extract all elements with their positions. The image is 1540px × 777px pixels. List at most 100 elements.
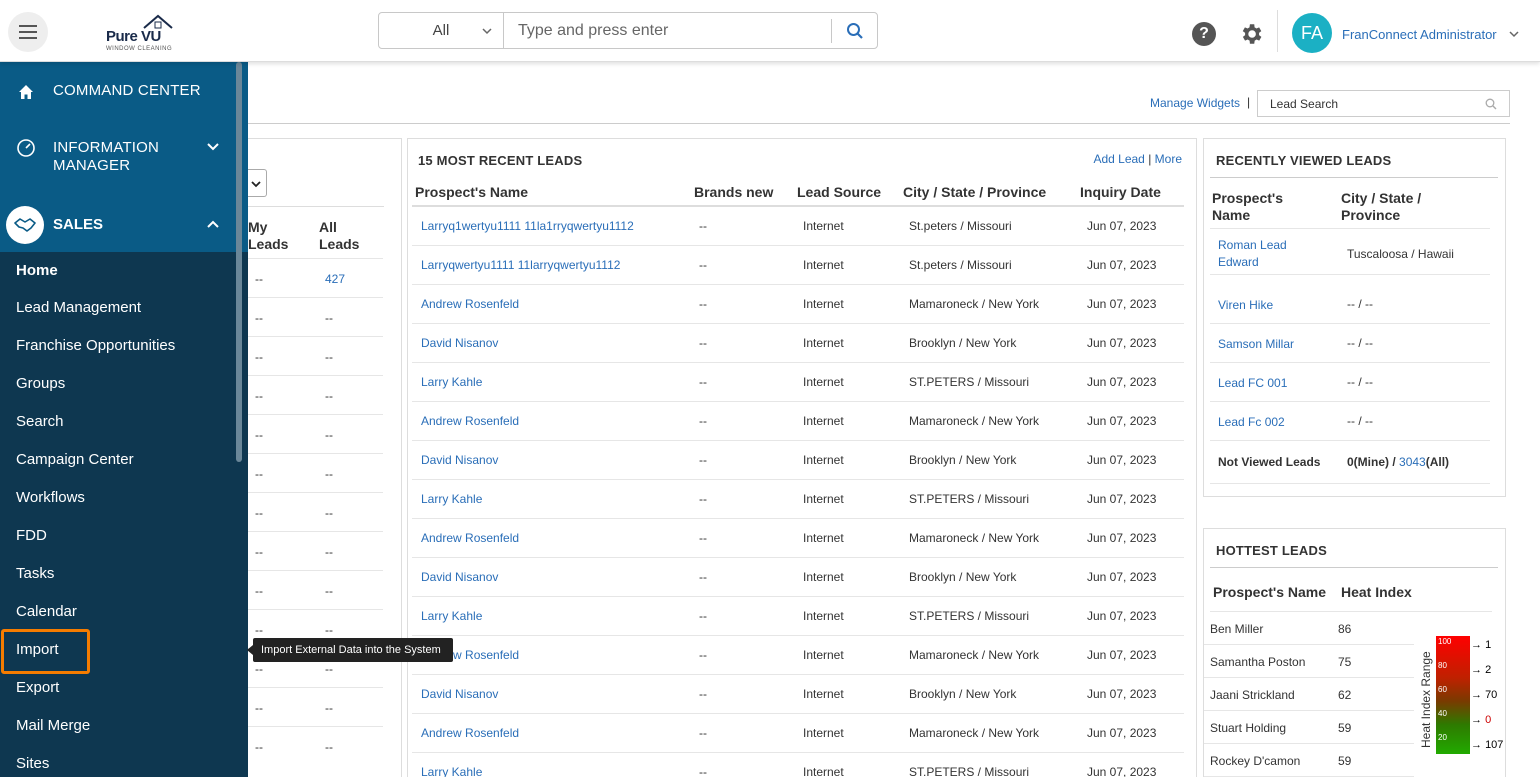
user-menu-name[interactable]: FranConnect Administrator	[1342, 27, 1497, 42]
brand-logo[interactable]: Pure VU WINDOW CLEANING	[100, 14, 180, 54]
sidebar-item-command-center[interactable]: COMMAND CENTER	[0, 80, 248, 116]
sidebar-sub-workflows[interactable]: Workflows	[16, 489, 85, 506]
table-row: Ben Miller 86	[1204, 612, 1414, 645]
table-row: -- --	[248, 726, 383, 765]
my-leads-count: --	[255, 311, 263, 325]
menu-icon[interactable]	[8, 12, 48, 52]
table-row: Jaani Strickland 62	[1204, 678, 1414, 711]
brand-cell: --	[699, 414, 707, 428]
sidebar-sub-search[interactable]: Search	[16, 413, 64, 430]
search-button[interactable]	[831, 18, 877, 43]
all-leads-count: --	[325, 623, 333, 637]
my-leads-count: --	[255, 389, 263, 403]
search-icon[interactable]	[1485, 98, 1497, 110]
col-my-leads: My Leads	[248, 219, 289, 252]
search-input[interactable]	[504, 13, 831, 48]
lead-name-link[interactable]: Andrew Rosenfeld	[421, 531, 519, 545]
col-lead-source[interactable]: Lead Source	[797, 184, 881, 200]
sidebar-sub-lead-management[interactable]: Lead Management	[16, 299, 141, 316]
col-inquiry-date[interactable]: Inquiry Date	[1080, 184, 1161, 200]
col-heat-index: Heat Index	[1341, 584, 1412, 600]
lead-name-link[interactable]: Andrew Rosenfeld	[421, 726, 519, 740]
city-state: -- / --	[1347, 297, 1373, 311]
sidebar-sub-groups[interactable]: Groups	[16, 375, 65, 392]
lead-link[interactable]: Viren Hike	[1218, 297, 1273, 314]
lead-source-cell: Internet	[803, 765, 844, 777]
lead-source-cell: Internet	[803, 687, 844, 701]
sidebar-item-sales[interactable]: SALES	[0, 202, 248, 252]
inquiry-date-cell: Jun 07, 2023	[1087, 414, 1157, 428]
sidebar-sub-export[interactable]: Export	[16, 679, 59, 696]
lead-name-link[interactable]: David Nisanov	[421, 570, 498, 584]
all-leads-count: --	[325, 740, 333, 754]
table-row: Andrew Rosenfeld -- Internet Mamaroneck / N…	[412, 714, 1184, 753]
lead-name-link[interactable]: Andrew Rosenfeld	[421, 297, 519, 311]
lead-name-link[interactable]: David Nisanov	[421, 336, 498, 350]
my-leads-count: --	[255, 506, 263, 520]
lead-source-cell: Internet	[803, 492, 844, 506]
gear-icon[interactable]	[1238, 21, 1264, 47]
search-scope-select[interactable]: All	[379, 13, 504, 48]
sidebar-sub-home[interactable]: Home	[16, 262, 58, 279]
city-state-cell: Mamaroneck / New York	[909, 414, 1040, 428]
lead-source-cell: Internet	[803, 531, 844, 545]
lead-name-link[interactable]: Larryq1wertyu1111 11la1rryqwertyu1112	[421, 219, 634, 233]
sales-icon-circle	[6, 206, 44, 244]
all-leads-count[interactable]: 427	[325, 272, 345, 286]
inquiry-date-cell: Jun 07, 2023	[1087, 531, 1157, 545]
brand-cell: --	[699, 297, 707, 311]
chevron-down-icon[interactable]	[1508, 28, 1520, 40]
help-icon[interactable]: ?	[1192, 22, 1216, 46]
more-link[interactable]: More	[1155, 152, 1182, 166]
sidebar-scrollbar[interactable]	[236, 62, 242, 462]
sidebar-sub-calendar[interactable]: Calendar	[16, 603, 77, 620]
lead-search-input[interactable]	[1258, 96, 1485, 111]
table-row: -- --	[248, 492, 383, 531]
lead-search-box	[1257, 90, 1510, 117]
lead-link[interactable]: Lead Fc 002	[1218, 414, 1285, 431]
avatar[interactable]: FA	[1292, 13, 1332, 53]
lead-link[interactable]: Roman Lead Edward	[1218, 237, 1308, 271]
table-row: Larry Kahle -- Internet ST.PETERS / Missour…	[412, 480, 1184, 519]
sidebar-sub-tasks[interactable]: Tasks	[16, 565, 54, 582]
lead-name-link[interactable]: Andrew Rosenfeld	[421, 414, 519, 428]
city-state-cell: Brooklyn / New York	[909, 336, 1017, 350]
lead-source-cell: Internet	[803, 453, 844, 467]
chevron-down-icon	[482, 28, 492, 35]
brand-cell: --	[699, 375, 707, 389]
list-item: Roman Lead Edward Tuscaloosa / Hawaii	[1210, 229, 1490, 275]
sidebar-sub-campaign-center[interactable]: Campaign Center	[16, 451, 134, 468]
lead-name-link[interactable]: Larry Kahle	[421, 609, 482, 623]
all-count-link[interactable]: 3043	[1399, 455, 1426, 469]
add-lead-link[interactable]: Add Lead	[1093, 152, 1144, 166]
lead-name-link[interactable]: Larry Kahle	[421, 765, 482, 777]
separator: |	[1148, 152, 1152, 166]
city-state-cell: Mamaroneck / New York	[909, 297, 1040, 311]
manage-widgets-link[interactable]: Manage Widgets	[1150, 96, 1240, 110]
lead-name-link[interactable]: Larry Kahle	[421, 375, 482, 389]
heat-tick: 20	[1438, 733, 1447, 742]
lead-name-link[interactable]: Larry Kahle	[421, 492, 482, 506]
lead-counts-select[interactable]	[248, 169, 267, 197]
lead-name-link[interactable]: Larryqwertyu1111 11larryqwertyu1112	[421, 258, 620, 272]
lead-link[interactable]: Samson Millar	[1218, 336, 1294, 353]
table-row: Larry Kahle -- Internet ST.PETERS / Missour…	[412, 753, 1184, 777]
lead-link[interactable]: Lead FC 001	[1218, 375, 1287, 392]
sidebar-sub-franchise-opportunities[interactable]: Franchise Opportunities	[16, 337, 175, 354]
table-row: -- --	[248, 453, 383, 492]
sidebar-sub-mail-merge[interactable]: Mail Merge	[16, 717, 90, 734]
lead-name-link[interactable]: David Nisanov	[421, 687, 498, 701]
panel-actions: Add Lead | More	[1093, 152, 1182, 166]
col-brands-new[interactable]: Brands new	[694, 184, 773, 200]
lead-source-cell: Internet	[803, 726, 844, 740]
sidebar-sub-fdd[interactable]: FDD	[16, 527, 47, 544]
city-state-cell: Mamaroneck / New York	[909, 726, 1040, 740]
sidebar-item-information-manager[interactable]: INFORMATION MANAGER	[0, 138, 248, 178]
inquiry-date-cell: Jun 07, 2023	[1087, 336, 1157, 350]
inquiry-date-cell: Jun 07, 2023	[1087, 765, 1157, 777]
lead-name-link[interactable]: David Nisanov	[421, 453, 498, 467]
sidebar-sub-sites[interactable]: Sites	[16, 755, 49, 772]
col-prospect-name[interactable]: Prospect's Name	[415, 184, 528, 200]
col-city-state[interactable]: City / State / Province	[903, 184, 1046, 200]
import-tooltip: Import External Data into the System	[247, 638, 453, 662]
